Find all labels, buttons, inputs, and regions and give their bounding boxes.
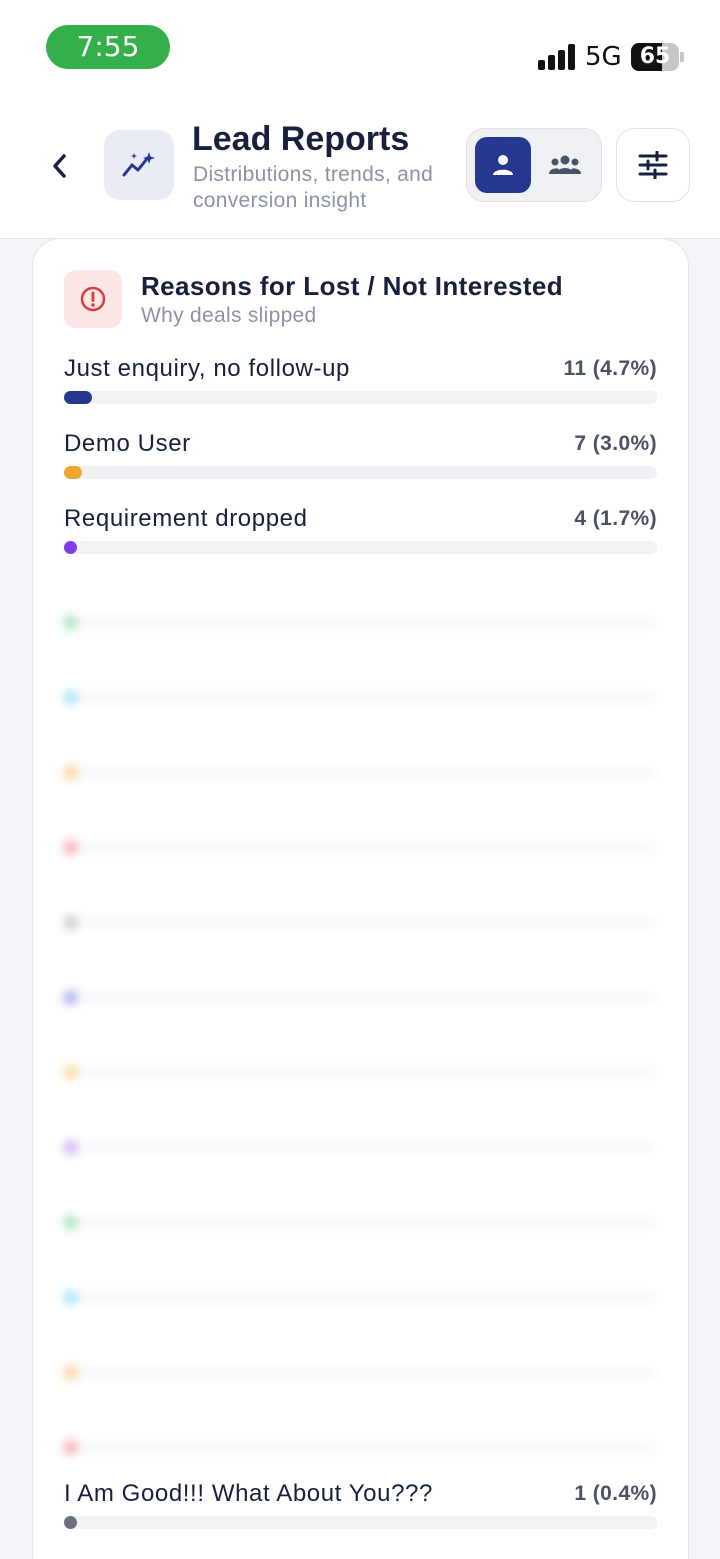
- reason-progress-track: [64, 766, 657, 779]
- reason-progress-bar: [64, 1441, 77, 1454]
- reason-row: Demo User 7 (3.0%): [64, 430, 657, 490]
- reason-count: 4 (1.7%): [574, 507, 657, 530]
- reason-progress-track: [64, 1291, 657, 1304]
- chevron-left-icon: [53, 154, 66, 178]
- reason-label: Requirement dropped: [64, 505, 308, 532]
- reason-row: I Am Good!!! What About You??? 1 (0.4%): [64, 1480, 657, 1540]
- lost-reasons-card: Reasons for Lost / Not Interested Why de…: [32, 238, 689, 1559]
- reason-progress-track: [64, 991, 657, 1004]
- battery-level: 65: [639, 44, 671, 69]
- reason-row-obscured: [64, 1180, 657, 1240]
- page-header: Lead Reports Distributions, trends, and …: [0, 100, 720, 239]
- reason-progress-bar: [64, 1291, 77, 1304]
- reason-count: 7 (3.0%): [574, 432, 657, 455]
- signal-icon: [538, 44, 576, 70]
- reason-row-obscured: [64, 1255, 657, 1315]
- toggle-individual[interactable]: [475, 137, 531, 193]
- reason-row-obscured: [64, 580, 657, 640]
- status-bar: 7:55 5G 65: [0, 0, 720, 100]
- reason-progress-bar: [64, 1216, 77, 1229]
- reason-progress-track: [64, 616, 657, 629]
- reason-progress-track: [64, 1141, 657, 1154]
- reason-progress-bar: [64, 466, 82, 479]
- reason-label: I Am Good!!! What About You???: [64, 1480, 433, 1507]
- status-time: 7:55: [46, 25, 170, 69]
- reason-row-obscured: [64, 730, 657, 790]
- reason-progress-track: [64, 466, 657, 479]
- reason-progress-bar: [64, 616, 77, 629]
- reason-row-obscured: [64, 1405, 657, 1465]
- reason-progress-track: [64, 841, 657, 854]
- page-subtitle: Distributions, trends, and conversion in…: [193, 163, 434, 212]
- reason-row: Just enquiry, no follow-up 11 (4.7%): [64, 355, 657, 415]
- reason-progress-bar: [64, 1366, 77, 1379]
- reason-progress-bar: [64, 841, 77, 854]
- reason-count: 1 (0.4%): [574, 1482, 657, 1505]
- alert-circle-icon: [64, 270, 122, 328]
- reason-progress-bar: [64, 916, 77, 929]
- reason-progress-bar: [64, 1141, 77, 1154]
- reason-row-obscured: [64, 805, 657, 865]
- reason-progress-track: [64, 1216, 657, 1229]
- toggle-team[interactable]: [537, 137, 593, 193]
- user-icon: [493, 155, 513, 175]
- reason-count: 11 (4.7%): [563, 357, 657, 380]
- card-title: Reasons for Lost / Not Interested: [141, 271, 564, 301]
- reason-progress-track: [64, 1516, 657, 1529]
- reason-row-obscured: [64, 880, 657, 940]
- reason-progress-track: [64, 691, 657, 704]
- team-icon: [549, 155, 581, 174]
- reason-progress-track: [64, 1066, 657, 1079]
- reason-row-obscured: [64, 1105, 657, 1165]
- reason-progress-track: [64, 391, 657, 404]
- reason-row: Requirement dropped 4 (1.7%): [64, 505, 657, 565]
- reason-label: Just enquiry, no follow-up: [64, 355, 350, 382]
- sparkle-trend-icon: [104, 130, 174, 200]
- filter-button[interactable]: [616, 128, 690, 202]
- view-toggle: [466, 128, 602, 202]
- reason-progress-track: [64, 1441, 657, 1454]
- back-button[interactable]: [40, 148, 80, 184]
- reason-label: Demo User: [64, 430, 191, 457]
- reason-progress-track: [64, 1366, 657, 1379]
- network-label: 5G: [585, 42, 622, 72]
- reason-progress-track: [64, 916, 657, 929]
- page-title: Lead Reports: [192, 120, 410, 158]
- sliders-icon: [638, 151, 668, 179]
- reason-row-obscured: [64, 655, 657, 715]
- reason-row-obscured: [64, 1330, 657, 1390]
- reason-progress-bar: [64, 1066, 77, 1079]
- card-subtitle: Why deals slipped: [141, 304, 317, 327]
- reason-progress-bar: [64, 391, 92, 404]
- battery-icon: 65: [631, 43, 679, 71]
- reason-row-obscured: [64, 955, 657, 1015]
- reason-progress-track: [64, 541, 657, 554]
- reason-progress-bar: [64, 1516, 77, 1529]
- reason-progress-bar: [64, 766, 77, 779]
- reason-progress-bar: [64, 691, 77, 704]
- reason-row-obscured: [64, 1030, 657, 1090]
- reason-progress-bar: [64, 541, 77, 554]
- reason-progress-bar: [64, 991, 77, 1004]
- battery-tip: [680, 52, 684, 62]
